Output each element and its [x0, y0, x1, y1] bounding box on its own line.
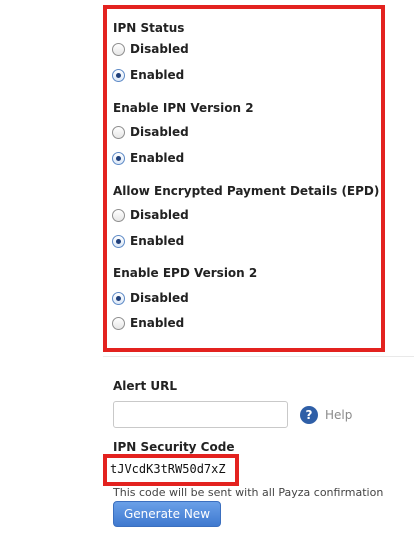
radio-icon	[112, 208, 125, 222]
help-link[interactable]: Help	[325, 408, 352, 422]
option-label: Disabled	[130, 291, 189, 305]
radio-icon	[112, 151, 125, 165]
security-code-label: IPN Security Code	[113, 440, 235, 454]
epd-disabled-radio[interactable]: Disabled	[112, 208, 189, 222]
epd-version2-label: Enable EPD Version 2	[113, 266, 258, 280]
radio-icon	[112, 42, 125, 56]
option-label: Enabled	[130, 151, 185, 165]
ipn-status-label: IPN Status	[113, 21, 185, 35]
radio-icon	[112, 125, 125, 139]
security-code-note: This code will be sent with all Payza co…	[113, 486, 384, 499]
option-label: Enabled	[130, 234, 185, 248]
epd-version2-disabled-radio[interactable]: Disabled	[112, 291, 189, 305]
alert-url-label: Alert URL	[113, 379, 178, 393]
option-label: Disabled	[130, 208, 189, 222]
radio-icon	[112, 234, 125, 248]
alert-url-input[interactable]	[113, 401, 288, 428]
section-divider	[103, 356, 414, 357]
radio-icon	[112, 291, 125, 305]
help-icon[interactable]: ?	[300, 406, 318, 424]
highlight-box-code	[103, 454, 239, 486]
radio-icon	[112, 68, 125, 82]
radio-icon	[112, 316, 125, 330]
epd-version2-enabled-radio[interactable]: Enabled	[112, 316, 184, 330]
ipn-version2-disabled-radio[interactable]: Disabled	[112, 125, 189, 139]
option-label: Enabled	[130, 316, 185, 330]
option-label: Disabled	[130, 42, 189, 56]
generate-new-button[interactable]: Generate New	[113, 501, 221, 527]
ipn-version2-label: Enable IPN Version 2	[113, 101, 254, 115]
option-label: Enabled	[130, 68, 185, 82]
ipn-status-disabled-radio[interactable]: Disabled	[112, 42, 189, 56]
epd-label: Allow Encrypted Payment Details (EPD)	[113, 184, 380, 198]
option-label: Disabled	[130, 125, 189, 139]
ipn-status-enabled-radio[interactable]: Enabled	[112, 68, 184, 82]
ipn-version2-enabled-radio[interactable]: Enabled	[112, 151, 184, 165]
epd-enabled-radio[interactable]: Enabled	[112, 234, 184, 248]
